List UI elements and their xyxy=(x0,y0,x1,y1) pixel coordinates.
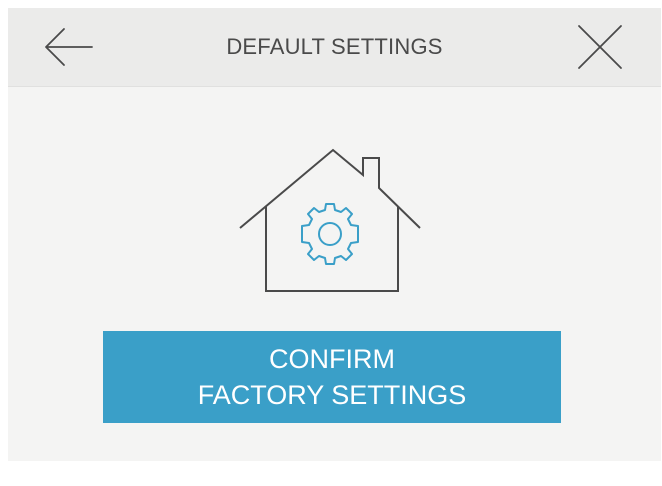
back-button[interactable] xyxy=(38,22,98,72)
close-icon xyxy=(578,25,622,69)
page-title: DEFAULT SETTINGS xyxy=(226,34,443,59)
house-gear-icon xyxy=(238,146,428,296)
arrow-left-icon xyxy=(45,28,93,66)
header-bar: DEFAULT SETTINGS xyxy=(8,8,661,87)
confirm-factory-settings-button[interactable]: CONFIRM FACTORY SETTINGS xyxy=(103,331,561,423)
default-settings-screen: DEFAULT SETTINGS CONFIRM FACTORY SETTING… xyxy=(8,8,661,461)
confirm-button-line1: CONFIRM xyxy=(269,344,395,374)
close-button[interactable] xyxy=(570,22,630,72)
confirm-button-line2: FACTORY SETTINGS xyxy=(197,380,467,410)
